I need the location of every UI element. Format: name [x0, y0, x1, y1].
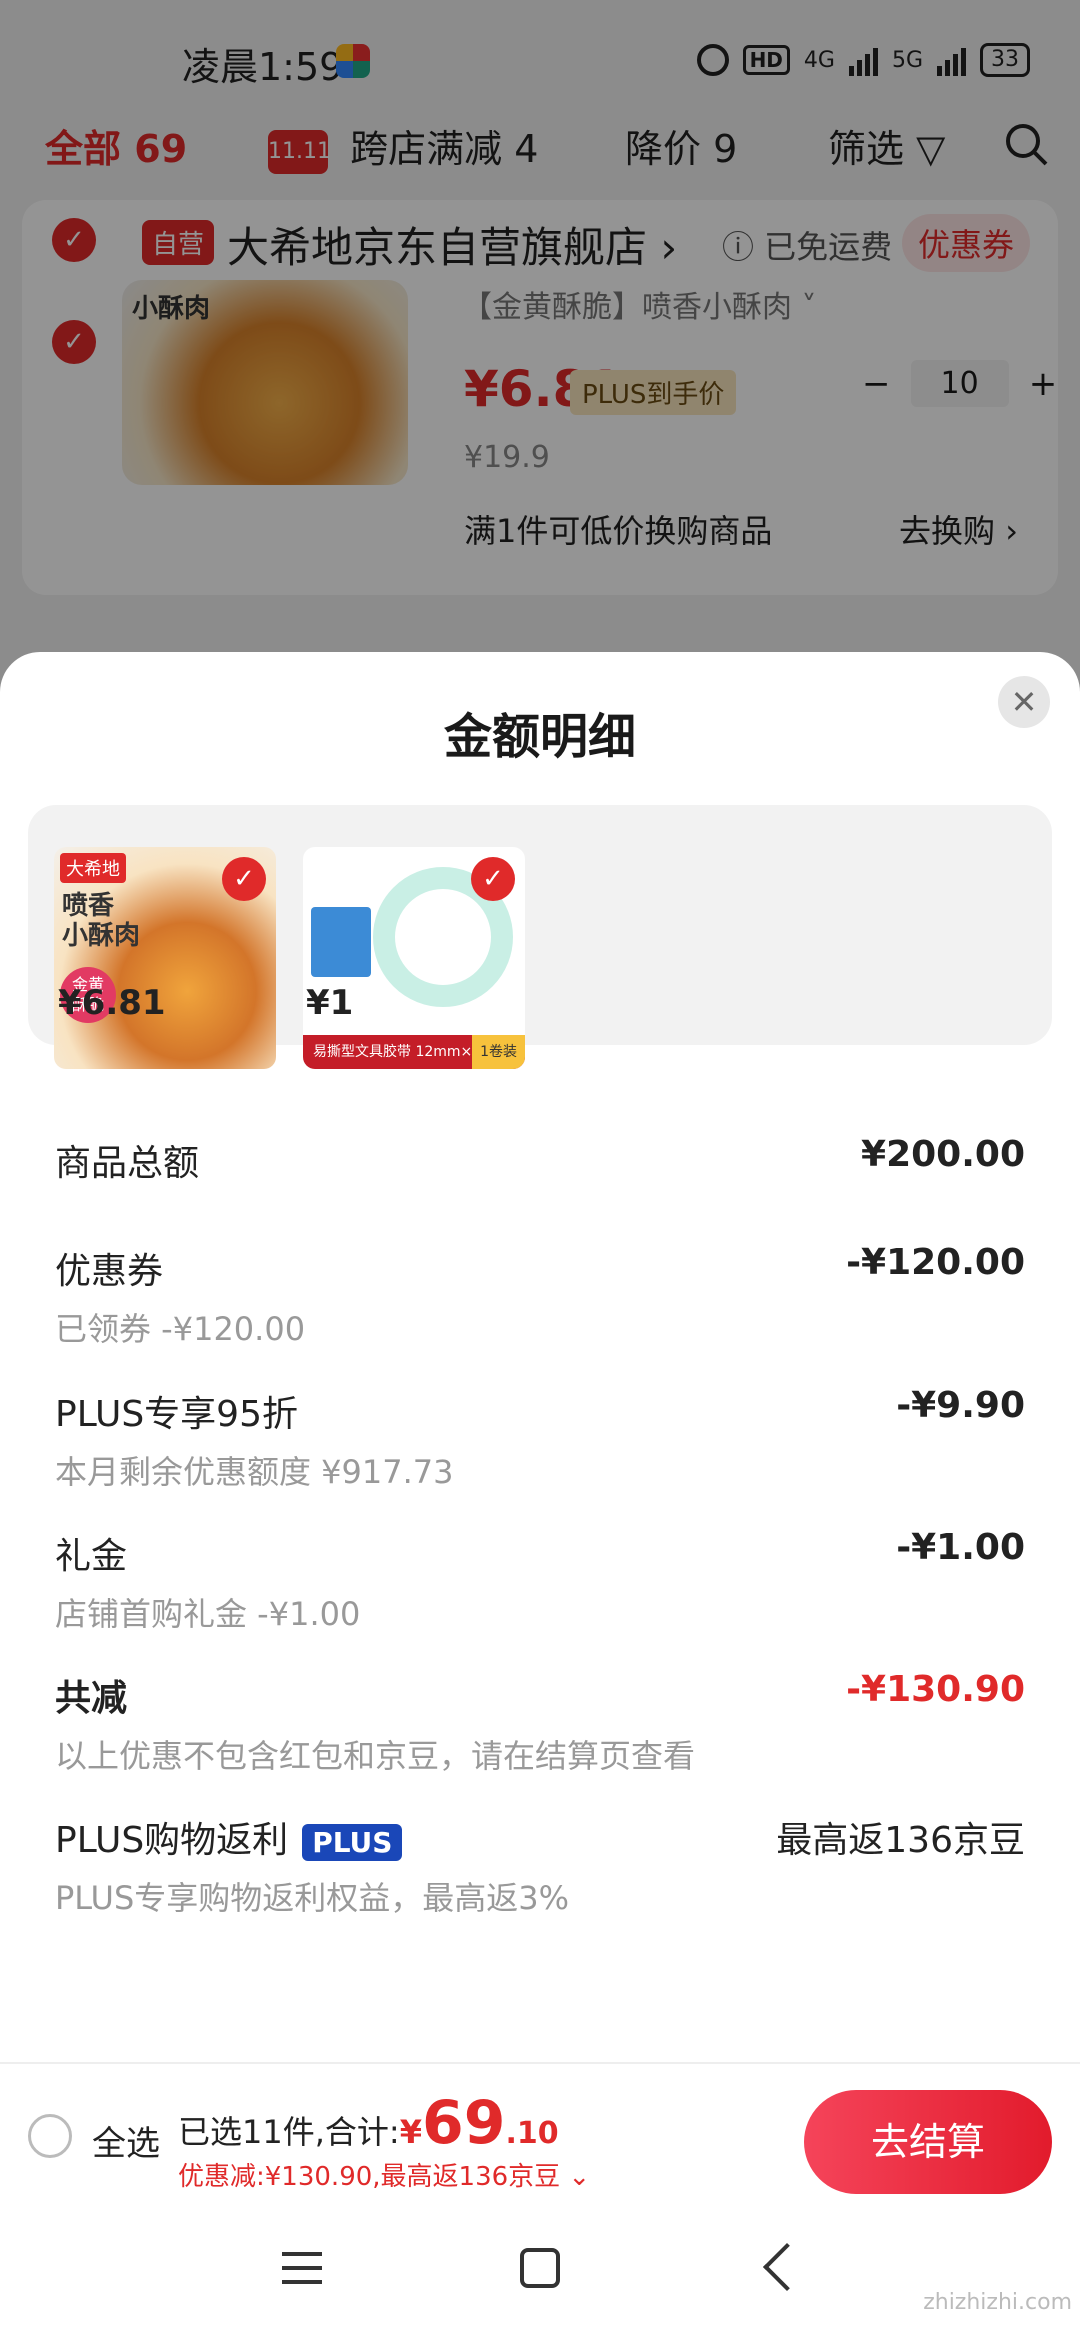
coupon-value: -¥120.00 [846, 1242, 1025, 1283]
summary-prefix: 已选11件,合计: [178, 2113, 400, 2151]
tape-band: 易撕型文具胶带 12mm×30y 1卷装 [303, 1035, 525, 1069]
amount-detail-sheet: 金额明细 ✕ 大希地 喷香 小酥肉 金黄 酥脆 ✓ ¥6.81 易撕型文具胶带 … [0, 652, 1080, 2062]
checkout-bar: 全选 已选11件,合计:¥69.10 优惠减:¥130.90,最高返136京豆 … [0, 2062, 1080, 2214]
plus-rebate-label: PLUS购物返利 [55, 1820, 289, 1861]
gift-money-sub: 店铺首购礼金 -¥1.00 [55, 1595, 361, 1633]
dim-overlay[interactable] [0, 0, 1080, 720]
tape-package-icon [311, 907, 371, 977]
item-price: ¥1 [306, 983, 354, 1023]
plus-rebate-label-wrap: PLUS购物返利 PLUS [55, 1811, 403, 1863]
item-thumb-crispy-pork[interactable]: 大希地 喷香 小酥肉 金黄 酥脆 ✓ [54, 847, 276, 1069]
plus-discount-label: PLUS专享95折 [55, 1394, 298, 1435]
menu-icon[interactable] [282, 2252, 322, 2284]
goods-total-value: ¥200.00 [861, 1134, 1025, 1175]
discount-summary-toggle[interactable]: 优惠减:¥130.90,最高返136京豆 ⌄ [178, 2156, 590, 2193]
item-price: ¥6.81 [58, 983, 166, 1023]
plus-badge: PLUS [302, 1823, 403, 1861]
thumb-product-name: 喷香 小酥肉 [62, 891, 141, 951]
checkout-button[interactable]: 去结算 [804, 2090, 1052, 2194]
selected-items-strip: 大希地 喷香 小酥肉 金黄 酥脆 ✓ ¥6.81 易撕型文具胶带 12mm×30… [28, 805, 1052, 1069]
thumb-check-icon[interactable]: ✓ [471, 857, 515, 901]
select-all-radio[interactable] [28, 2114, 72, 2158]
home-icon[interactable] [520, 2248, 560, 2288]
total-decimal: .10 [505, 2116, 559, 2151]
coupon-label: 优惠券 [55, 1251, 164, 1292]
gift-money-value: -¥1.00 [896, 1527, 1025, 1568]
plus-rebate-value: 最高返136京豆 [776, 1820, 1025, 1861]
close-icon[interactable]: ✕ [998, 676, 1050, 728]
total-reduction-label: 共减 [55, 1678, 128, 1719]
goods-total-label: 商品总额 [55, 1143, 200, 1184]
back-icon[interactable] [762, 2242, 812, 2292]
thumb-brand-label: 大希地 [60, 853, 126, 883]
select-all-label[interactable]: 全选 [92, 2116, 160, 2165]
total-integer: 69 [421, 2088, 506, 2158]
total-reduction-value: -¥130.90 [846, 1669, 1025, 1710]
plus-discount-value: -¥9.90 [896, 1385, 1025, 1426]
plus-discount-sub: 本月剩余优惠额度 ¥917.73 [55, 1453, 454, 1491]
gift-money-label: 礼金 [55, 1536, 128, 1577]
total-reduction-sub: 以上优惠不包含红包和京豆，请在结算页查看 [55, 1737, 696, 1775]
currency-symbol: ¥ [399, 2113, 422, 2151]
sheet-title: 金额明细 [443, 709, 636, 765]
system-nav-bar [0, 2212, 1080, 2340]
plus-rebate-sub: PLUS专享购物返利权益，最高返3% [55, 1879, 570, 1917]
coupon-sub: 已领券 -¥120.00 [55, 1310, 306, 1348]
total-summary: 已选11件,合计:¥69.10 [178, 2088, 559, 2158]
item-thumb-tape[interactable]: 易撕型文具胶带 12mm×30y 1卷装 ✓ [303, 847, 525, 1069]
thumb-check-icon[interactable]: ✓ [222, 857, 266, 901]
tape-band-tag: 1卷装 [472, 1035, 525, 1069]
watermark: zhizhizhi.com [923, 2290, 1072, 2315]
tape-band-text: 易撕型文具胶带 12mm×30y [313, 1044, 499, 1060]
